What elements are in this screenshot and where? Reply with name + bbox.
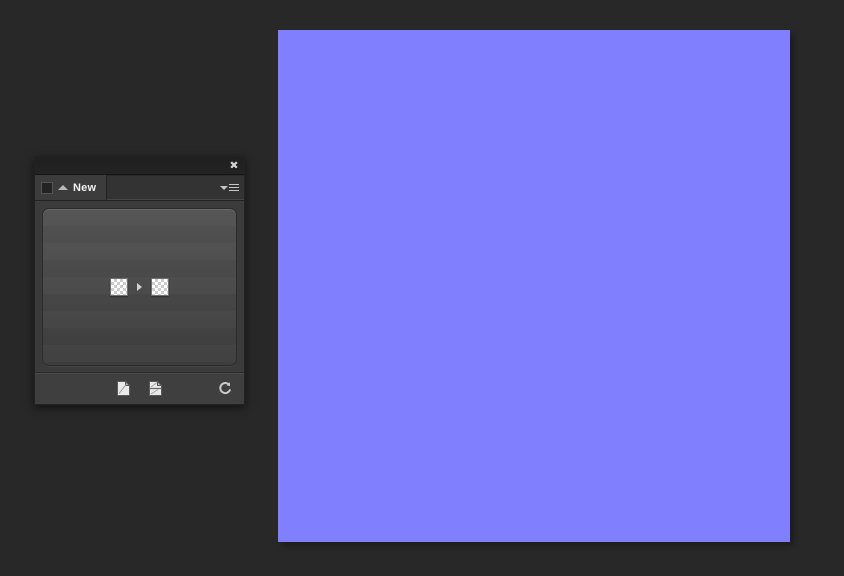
footer-button-group <box>35 379 244 399</box>
floating-panel: ✖ New <box>34 156 245 405</box>
tab-label: New <box>73 181 97 194</box>
panel-titlebar[interactable]: ✖ <box>35 157 244 175</box>
tab-new[interactable]: New <box>35 175 107 200</box>
document-canvas[interactable] <box>278 30 790 542</box>
triangle-down-icon <box>220 185 228 190</box>
page-icon <box>117 380 131 396</box>
panel-body <box>35 201 244 372</box>
new-document-button[interactable] <box>114 379 134 399</box>
refresh-icon <box>218 382 231 394</box>
triangle-up-icon <box>58 185 68 190</box>
page-split-icon <box>149 380 163 396</box>
hamburger-lines-icon <box>229 184 239 191</box>
triangle-right-icon <box>137 283 142 291</box>
close-icon[interactable]: ✖ <box>227 158 241 172</box>
history-state-row <box>110 278 169 296</box>
panel-tabstrip: New <box>35 175 244 201</box>
footer-right-group <box>215 379 235 399</box>
duplicate-document-button[interactable] <box>146 379 166 399</box>
history-list[interactable] <box>42 208 237 366</box>
tab-color-swatch <box>41 181 53 194</box>
panel-menu-icon[interactable] <box>219 182 240 193</box>
refresh-button[interactable] <box>215 379 235 399</box>
panel-footer <box>35 372 244 404</box>
state-thumbnail-1[interactable] <box>110 278 128 296</box>
state-thumbnail-2[interactable] <box>151 278 169 296</box>
tabstrip-empty-area <box>107 175 244 200</box>
